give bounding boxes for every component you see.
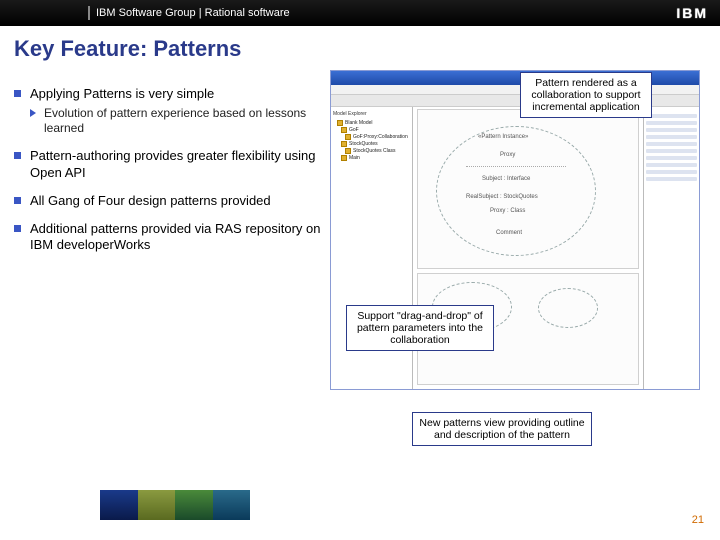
callout-patternsview: New patterns view providing outline and …: [412, 412, 592, 446]
item-icon: [345, 148, 351, 154]
callout-render: Pattern rendered as a collaboration to s…: [520, 72, 652, 118]
bullet-1-sub-1: Evolution of pattern experience based on…: [30, 106, 324, 136]
item-icon: [345, 134, 351, 140]
ibm-logo: IBM: [676, 5, 708, 21]
bullet-1-text: Applying Patterns is very simple: [30, 86, 214, 101]
topbar-divider: [88, 6, 90, 20]
role-1: Subject : Interface: [482, 176, 530, 182]
footer-chip: [138, 490, 176, 520]
folder-icon: [337, 120, 343, 126]
outline-line: [646, 114, 697, 118]
tree-row: StockQuotes Class: [345, 148, 410, 154]
role-comment: Comment: [496, 230, 522, 236]
page-number: 21: [692, 514, 704, 526]
tree-row: Blank Model: [337, 120, 410, 126]
item-icon: [341, 155, 347, 161]
bullet-1: Applying Patterns is very simple Evoluti…: [14, 86, 324, 136]
footer-chip: [175, 490, 213, 520]
bullet-4: Additional patterns provided via RAS rep…: [14, 221, 324, 254]
explorer-title: Model Explorer: [333, 111, 410, 117]
folder-icon: [341, 141, 347, 147]
diagram-top-pane: «Pattern Instance» Proxy Subject : Inter…: [417, 109, 639, 269]
pattern-tag: «Pattern Instance»: [478, 134, 528, 141]
tree-row: StockQuotes: [341, 141, 410, 147]
collaboration-oval: [436, 126, 596, 256]
folder-icon: [341, 127, 347, 133]
outline-line: [646, 142, 697, 146]
outline-line: [646, 170, 697, 174]
slide-topbar: IBM Software Group | Rational software I…: [0, 0, 720, 26]
footer-chip: [213, 490, 251, 520]
pattern-name: Proxy: [500, 152, 515, 159]
outline-line: [646, 149, 697, 153]
footer-graphic: [100, 490, 250, 520]
outline-line: [646, 156, 697, 160]
role-3: Proxy : Class: [490, 208, 525, 214]
small-oval-2: [538, 288, 598, 328]
bullet-3: All Gang of Four design patterns provide…: [14, 193, 324, 209]
outline-line: [646, 163, 697, 167]
bullet-column: Applying Patterns is very simple Evoluti…: [14, 70, 324, 390]
outline-line: [646, 177, 697, 181]
tree-row: Main: [341, 155, 410, 161]
outline-panel: [643, 107, 699, 389]
outline-line: [646, 128, 697, 132]
tree-row: GoF:Proxy:Collaboration: [345, 134, 410, 140]
diagram-divider: [466, 166, 566, 167]
tree-row: GoF: [341, 127, 410, 133]
outline-line: [646, 135, 697, 139]
bullet-2: Pattern-authoring provides greater flexi…: [14, 148, 324, 181]
callout-dragdrop: Support "drag-and-drop" of pattern param…: [346, 305, 494, 351]
outline-line: [646, 121, 697, 125]
role-2: RealSubject : StockQuotes: [466, 194, 538, 200]
topbar-text: IBM Software Group | Rational software: [96, 7, 290, 19]
footer-chip: [100, 490, 138, 520]
slide-title: Key Feature: Patterns: [0, 26, 720, 70]
